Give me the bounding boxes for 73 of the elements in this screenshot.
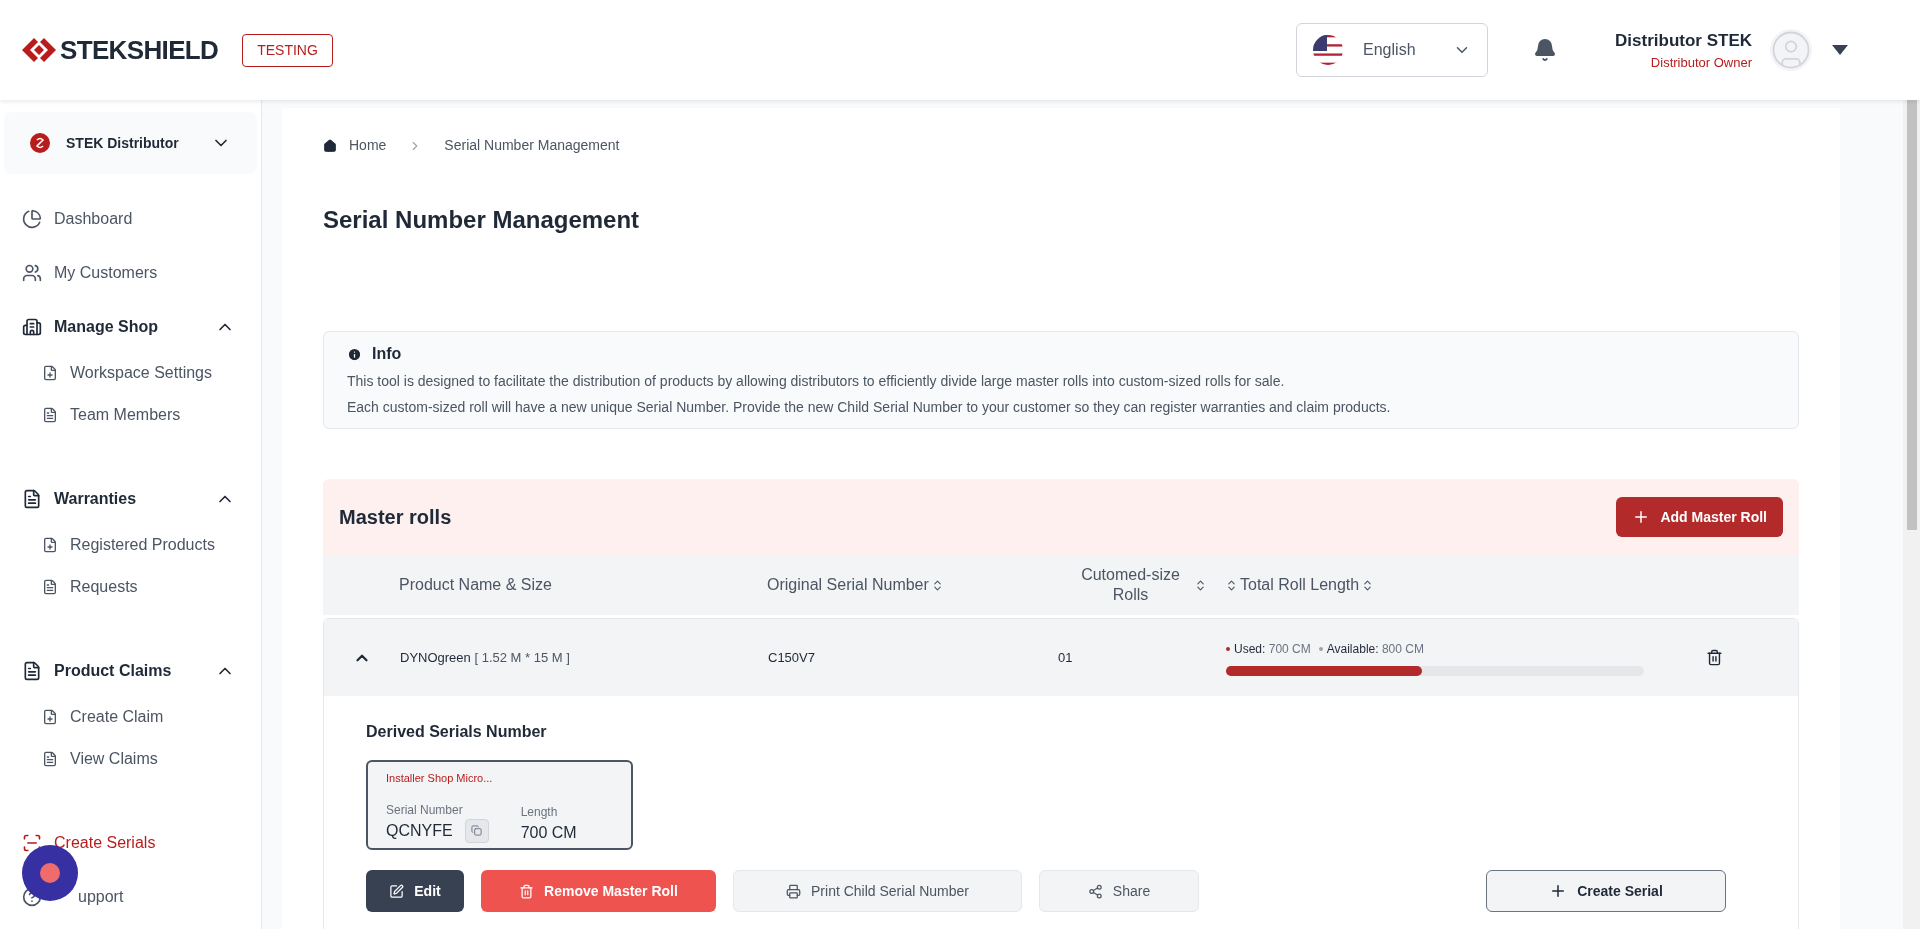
nav-link[interactable]: Dashboard	[54, 207, 133, 231]
notification-bell-icon[interactable]	[1533, 38, 1558, 62]
nav-link[interactable]: Create Serials	[54, 831, 156, 855]
table-cell-text: C150V7	[768, 648, 816, 667]
serial-card[interactable]: Installer Shop Micro... Serial Number QCNYFE Length 700 CM	[366, 760, 633, 850]
pie-chart-icon	[22, 209, 42, 229]
copy-icon	[471, 825, 483, 836]
building-icon	[22, 317, 42, 337]
file-plus-icon	[42, 709, 58, 725]
share-button[interactable]: Share	[1039, 870, 1199, 912]
nav-sub-link[interactable]: Registered Products	[0, 528, 261, 562]
workspace-logo-icon	[30, 133, 50, 153]
environment-badge: TESTING	[242, 33, 333, 67]
nav-sub-link[interactable]: View Claims	[0, 742, 261, 776]
share-icon	[1087, 883, 1103, 899]
logo-icon	[22, 38, 56, 62]
document-icon	[22, 489, 42, 509]
table-cell-text: DYNOgreen [ 1.52 M * 15 M ]	[400, 648, 571, 667]
column-header[interactable]: Original Serial Number	[767, 573, 929, 597]
people-icon	[22, 263, 42, 283]
length-value: 700 CM	[520, 822, 577, 843]
derived-title: Derived Serials Number	[366, 722, 548, 742]
caret-down-icon[interactable]	[1832, 45, 1848, 55]
trash-icon[interactable]	[1706, 649, 1723, 666]
used-reading: Used: 700 CM	[1234, 640, 1311, 658]
owner-name: Installer Shop Micro...	[386, 771, 494, 786]
user-role: Distributor Owner	[1650, 54, 1752, 72]
language-selector[interactable]: English	[1296, 23, 1489, 77]
trash-icon	[519, 883, 535, 899]
page-title: Serial Number Management	[323, 205, 641, 235]
nav-sub-link[interactable]: Requests	[0, 570, 261, 604]
field-label: Serial Number	[386, 801, 464, 819]
serial-value: QCNYFE	[386, 820, 453, 841]
document-icon	[22, 661, 42, 681]
add-master-roll-button[interactable]: Add Master Roll	[1616, 497, 1783, 537]
file-icon	[42, 751, 58, 767]
nav-group-header[interactable]: Product Claims	[0, 654, 261, 688]
column-header[interactable]: Total Roll Length	[1240, 573, 1360, 597]
scan-icon	[22, 833, 42, 853]
field-label: Length	[520, 803, 559, 821]
nav-sub-link[interactable]: Create Claim	[0, 700, 261, 734]
info-icon	[347, 346, 362, 362]
breadcrumb-current: Serial Number Management	[444, 136, 620, 155]
available-reading: Available: 800 CM	[1326, 640, 1424, 658]
nav-group-header[interactable]: Warranties	[0, 482, 261, 516]
file-plus-icon	[42, 365, 58, 381]
column-header[interactable]: Product Name & Size	[399, 573, 552, 597]
table-cell-text: 01	[1058, 648, 1074, 667]
info-title: Info	[372, 344, 402, 364]
nav-link[interactable]: upport	[78, 885, 124, 909]
nav-group-header[interactable]: Manage Shop	[0, 310, 261, 344]
section-title: Master rolls	[339, 505, 453, 530]
column-header[interactable]: Cutomed-size Rolls	[1075, 565, 1186, 605]
info-text: Each custom-sized roll will have a new unique Serial Number. Provide the new Child Serial Number to your customer so they can register warranties and claim products.	[347, 398, 1392, 417]
user-name: Distributor STEK	[1615, 29, 1752, 52]
edit-button[interactable]: Edit	[366, 870, 464, 912]
file-icon	[42, 579, 58, 595]
nav-sub-link[interactable]: Workspace Settings	[0, 356, 261, 390]
create-serial-button[interactable]: Create Serial	[1486, 870, 1726, 912]
home-icon	[323, 138, 337, 153]
breadcrumb-link[interactable]: Home	[349, 135, 387, 156]
brand-logo[interactable]: STEKSHIELD	[22, 30, 219, 70]
nav-sub-link[interactable]: Team Members	[0, 398, 261, 432]
sort-icon[interactable]	[1225, 578, 1238, 592]
file-icon	[42, 407, 58, 423]
file-plus-icon	[42, 537, 58, 553]
info-text: This tool is designed to facilitate the distribution of products by allowing distributors to efficiently divide large master rolls into custom-sized rolls for sale.	[347, 372, 1286, 391]
pencil-square-icon	[389, 883, 405, 899]
flag-icon	[1313, 35, 1344, 65]
printer-icon	[786, 883, 801, 899]
nav-link[interactable]: My Customers	[54, 261, 158, 285]
print-button[interactable]: Print Child Serial Number	[733, 870, 1022, 912]
workspace-selector[interactable]: STEK Distributor	[4, 112, 257, 174]
